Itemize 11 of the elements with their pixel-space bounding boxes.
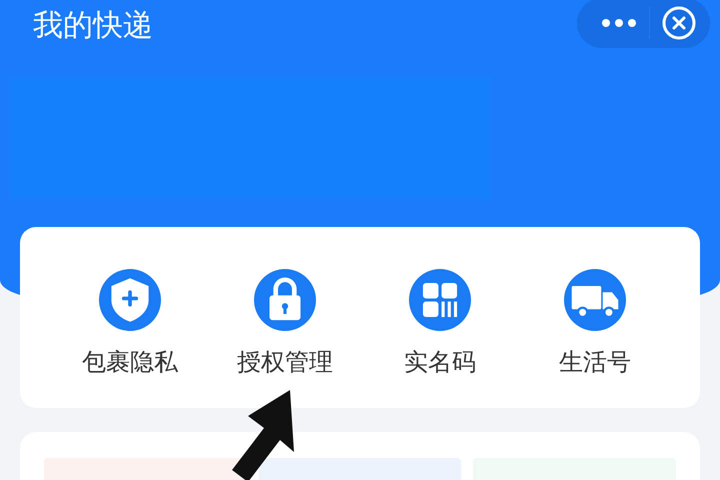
shortcut-label[interactable]: 生活号 [559,348,631,376]
grid-icon[interactable] [409,269,471,331]
truck-icon[interactable] [564,269,626,331]
shortcut-label[interactable]: 实名码 [404,348,476,376]
close-icon[interactable] [662,6,696,40]
shield-icon[interactable] [99,269,161,331]
lock-icon[interactable] [254,269,316,331]
shortcut-label[interactable]: 授权管理 [237,348,333,376]
shortcut-label[interactable]: 包裹隐私 [82,348,178,376]
page-title: 我的快递 [33,8,153,44]
more-icon[interactable] [601,18,637,28]
